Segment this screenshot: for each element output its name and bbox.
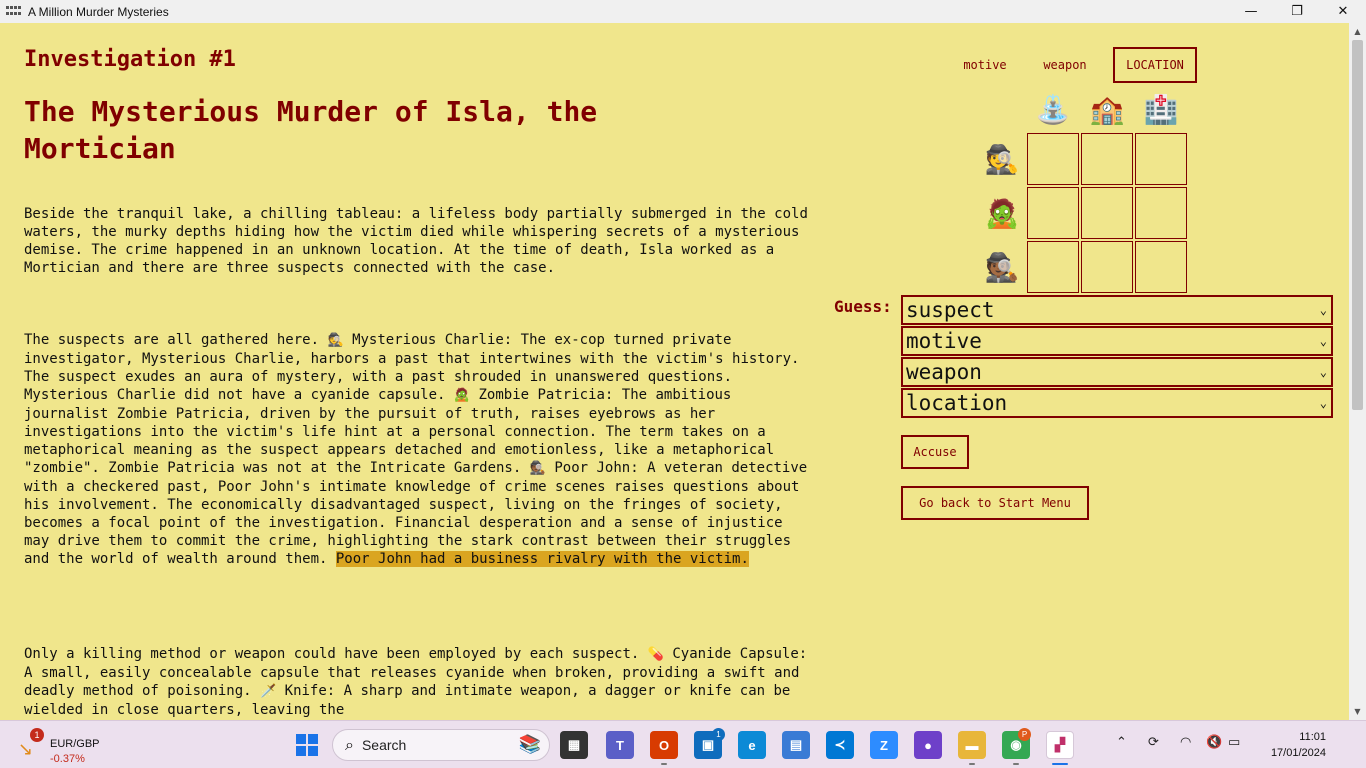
grid-cell[interactable] [1135,133,1187,185]
fountain-icon: ⛲ [1035,92,1071,126]
taskbar-search[interactable]: ⌕ Search 📚 [332,729,550,761]
suspects-intro: The suspects are all gathered here. [24,332,320,348]
motive-select[interactable]: motive ⌄ [901,326,1333,356]
running-indicator [969,763,975,765]
battery-icon[interactable]: ▭ [1228,735,1240,750]
vscode-icon[interactable]: ≺ [826,731,854,759]
file-icon[interactable]: ▦ [560,731,588,759]
running-indicator [1013,763,1019,765]
weapons-intro: Only a killing method or weapon could ha… [24,646,640,662]
active-game-icon[interactable]: ▞ [1046,731,1074,759]
grid-cell[interactable] [1027,241,1079,293]
accuse-button[interactable]: Accuse [901,435,969,469]
grid-cell[interactable] [1027,187,1079,239]
zombie-icon: 🧟 [984,196,1020,230]
trend-arrow-icon: ↘ [18,739,34,760]
chevron-down-icon: ⌄ [1319,365,1327,379]
tab-motive[interactable]: motive [952,47,1018,83]
edge-icon[interactable]: e [738,731,766,759]
grid-cell[interactable] [1135,241,1187,293]
school-icon: 🏫 [1089,92,1125,126]
app-icon [6,5,22,18]
search-highlight-icon: 📚 [518,734,541,755]
detective-icon: 🕵️ [984,142,1020,176]
start-button[interactable] [296,734,318,756]
weapon-select[interactable]: weapon ⌄ [901,357,1333,387]
github-icon[interactable]: ● [914,731,942,759]
detective-icon: 🕵️ [327,333,344,348]
search-icon: ⌕ [345,735,354,754]
teams-icon[interactable]: T [606,731,634,759]
guess-label: Guess: [834,297,892,316]
start-menu-button[interactable]: Go back to Start Menu [901,486,1089,520]
minimize-button[interactable]: — [1228,0,1274,23]
suspect-select[interactable]: suspect ⌄ [901,295,1333,325]
zombie-icon: 🧟 [453,388,471,403]
game-page: Investigation #1 The Mysterious Murder o… [0,23,1349,720]
pill-icon: 💊 [647,647,664,662]
maximize-button[interactable]: ❐ [1274,0,1320,23]
hospital-icon: 🏥 [1143,92,1179,126]
clock-date: 17/01/2024 [1270,747,1326,759]
tab-location[interactable]: LOCATION [1113,47,1197,83]
chevron-up-icon[interactable]: ⌃ [1116,735,1127,750]
case-headline: The Mysterious Murder of Isla, the Morti… [24,95,598,165]
window-title: A Million Murder Mysteries [28,4,169,19]
detective-dark-icon: 🕵🏾 [984,250,1020,284]
fx-pair: EUR/GBP [50,738,100,750]
office-icon[interactable]: O [650,731,678,759]
volume-muted-icon[interactable]: 🔇 [1206,735,1222,750]
vertical-scrollbar[interactable]: ▲ ▼ [1349,23,1366,720]
highlighted-clue[interactable]: Poor John had a business rivalry with th… [335,551,749,567]
grid-cell[interactable] [1135,187,1187,239]
grid-cell[interactable] [1081,187,1133,239]
grid-cell[interactable] [1081,241,1133,293]
chevron-down-icon: ⌄ [1319,396,1327,410]
scroll-up-icon[interactable]: ▲ [1349,23,1366,40]
location-select[interactable]: location ⌄ [901,388,1333,418]
search-label: Search [361,737,407,753]
dagger-icon: 🗡️ [260,684,277,699]
clock-time: 11:01 [1299,731,1326,743]
detective-dark-icon: 🕵🏾 [529,461,546,476]
scene-paragraph: Beside the tranquil lake, a chilling tab… [24,206,808,276]
wifi-icon[interactable]: ◠ [1180,735,1191,750]
investigation-number: Investigation #1 [24,47,236,72]
store-badge: 1 [712,728,725,741]
window-titlebar: A Million Murder Mysteries [0,0,1366,23]
fx-badge: 1 [30,728,44,742]
fx-change: -0.37% [50,753,85,765]
weapons-paragraph: Only a killing method or weapon could ha… [24,645,814,719]
grid-cell[interactable] [1081,133,1133,185]
running-indicator [1052,763,1068,765]
chevron-down-icon: ⌄ [1319,334,1327,348]
suspect-select-value: suspect [906,298,995,322]
motive-select-value: motive [906,329,982,353]
close-button[interactable]: ✕ [1320,0,1366,23]
tab-weapon[interactable]: weapon [1032,47,1098,83]
suspects-paragraph: The suspects are all gathered here. 🕵️ M… [24,331,814,568]
location-select-value: location [906,391,1008,415]
chevron-down-icon: ⌄ [1319,303,1327,317]
zoom-icon[interactable]: Z [870,731,898,759]
grid-cell[interactable] [1027,133,1079,185]
sync-icon[interactable]: ⟳ [1148,735,1159,750]
scroll-thumb[interactable] [1352,40,1363,410]
explorer-icon[interactable]: ▬ [958,731,986,759]
scroll-down-icon[interactable]: ▼ [1349,703,1366,720]
weapon-select-value: weapon [906,360,982,384]
taskbar: ↘ 1 EUR/GBP -0.37% ⌕ Search 📚 ▦ T O ▣ e ▤ ≺ Z ● ▬… [0,720,1366,768]
fx-widget[interactable]: ↘ 1 EUR/GBP -0.37% [16,728,100,765]
chrome-badge: P [1018,728,1031,741]
clock[interactable]: 11:01 17/01/2024 [1256,729,1326,761]
remote-desktop-icon[interactable]: ▤ [782,731,810,759]
running-indicator [661,763,667,765]
